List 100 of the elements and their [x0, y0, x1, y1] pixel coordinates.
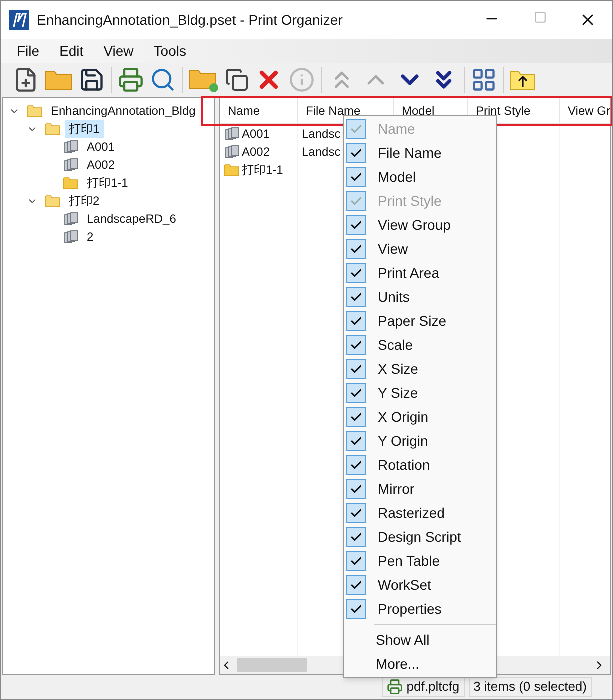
checkbox[interactable] — [346, 455, 366, 475]
check-icon — [350, 146, 362, 160]
checkbox[interactable] — [346, 167, 366, 187]
menu-item[interactable]: File — [9, 40, 48, 62]
copy-icon[interactable] — [225, 68, 249, 92]
printer-icon — [386, 679, 403, 695]
save-icon[interactable] — [79, 67, 105, 93]
check-icon — [350, 266, 362, 280]
table-cell-text: A001 — [242, 126, 270, 143]
menu-item[interactable]: View — [96, 40, 142, 62]
tree-item[interactable]: A002 — [83, 156, 120, 174]
menu-item[interactable]: Pen Table — [378, 550, 440, 572]
checkbox[interactable] — [346, 287, 366, 307]
check-icon — [350, 314, 362, 328]
checkbox[interactable] — [346, 215, 366, 235]
printer-icon[interactable] — [118, 67, 144, 93]
check-icon — [350, 170, 362, 184]
check-icon — [350, 218, 362, 232]
sheet-stack-icon — [63, 158, 79, 172]
tree-item[interactable]: 打印1 — [65, 120, 104, 138]
menu-item[interactable]: Print Area — [378, 262, 440, 284]
menu-item[interactable]: WorkSet — [378, 574, 432, 596]
check-icon — [350, 602, 362, 616]
checkbox[interactable] — [346, 263, 366, 283]
menu-item[interactable]: Y Size — [378, 382, 418, 404]
check-icon — [350, 578, 362, 592]
menu-item[interactable]: Units — [378, 286, 410, 308]
menu-item[interactable]: Model — [378, 166, 416, 188]
tree-item[interactable]: 2 — [83, 228, 98, 246]
check-icon — [350, 482, 362, 496]
checkbox[interactable] — [346, 311, 366, 331]
scrollbar-thumb[interactable] — [237, 658, 307, 672]
menu-item[interactable]: X Origin — [378, 406, 429, 428]
checkbox[interactable] — [346, 431, 366, 451]
columns-icon[interactable] — [471, 67, 497, 93]
menu-item[interactable]: Edit — [52, 40, 92, 62]
window-title: EnhancingAnnotation_Bldg.pset - Print Organizer — [37, 10, 343, 30]
sheet-stack-icon — [63, 212, 79, 226]
checkbox[interactable] — [346, 599, 366, 619]
tree-item[interactable]: EnhancingAnnotation_Bldg — [47, 102, 200, 120]
menu-item[interactable]: Rasterized — [378, 502, 445, 524]
menu-item[interactable]: Tools — [146, 40, 194, 62]
check-icon — [350, 338, 362, 352]
folder-icon — [224, 164, 240, 176]
menu-item[interactable]: Design Script — [378, 526, 462, 548]
sheet-stack-icon — [224, 127, 240, 141]
check-icon — [350, 242, 362, 256]
app-logo-icon — [9, 10, 29, 30]
table-cell-text: 打印1-1 — [242, 162, 284, 179]
check-icon — [350, 122, 362, 136]
tree-item[interactable]: A001 — [83, 138, 120, 156]
menu-item[interactable]: View — [378, 238, 408, 260]
tree-item[interactable]: 打印1-1 — [83, 174, 132, 192]
menu-item[interactable]: X Size — [378, 358, 418, 380]
search-icon[interactable] — [150, 67, 176, 93]
checkbox[interactable] — [346, 143, 366, 163]
check-icon — [350, 458, 362, 472]
menu-item[interactable]: More... — [376, 654, 420, 674]
sheet-stack-icon — [224, 145, 240, 159]
check-icon — [350, 530, 362, 544]
checkbox[interactable] — [346, 503, 366, 523]
check-icon — [350, 362, 362, 376]
check-icon — [350, 290, 362, 304]
checkbox[interactable] — [346, 359, 366, 379]
table-cell-text: A002 — [242, 144, 270, 161]
checkbox[interactable] — [346, 551, 366, 571]
tree-item[interactable]: LandscapeRD_6 — [83, 210, 180, 228]
printer-config: pdf.pltcfg — [406, 678, 460, 696]
sheet-stack-icon — [63, 230, 79, 244]
checkbox[interactable] — [346, 527, 366, 547]
menu-item[interactable]: Properties — [378, 598, 442, 620]
menu-item[interactable]: Mirror — [378, 478, 415, 500]
check-icon — [350, 554, 362, 568]
menu-item[interactable]: Show All — [376, 630, 430, 650]
check-icon — [350, 434, 362, 448]
folder-icon — [63, 176, 79, 190]
tree-item[interactable]: 打印2 — [65, 192, 104, 210]
menu-item[interactable]: Rotation — [378, 454, 430, 476]
menu-item[interactable]: View Group — [378, 214, 451, 236]
menu-item[interactable]: File Name — [378, 142, 442, 164]
checkbox[interactable] — [346, 239, 366, 259]
checkbox[interactable] — [346, 407, 366, 427]
column-header[interactable]: Name — [220, 98, 298, 123]
folder-icon — [45, 122, 61, 136]
check-icon — [350, 386, 362, 400]
check-icon — [350, 506, 362, 520]
checkbox[interactable] — [346, 335, 366, 355]
menu-item[interactable]: Y Origin — [378, 430, 428, 452]
table-cell-text: Landsc — [301, 126, 342, 143]
check-icon — [350, 410, 362, 424]
menu-item[interactable]: Paper Size — [378, 310, 446, 332]
checkbox[interactable] — [346, 575, 366, 595]
table-cell-text: Landsc — [301, 144, 342, 161]
checkbox[interactable] — [346, 383, 366, 403]
folder-icon — [27, 104, 43, 118]
menu-item[interactable]: Scale — [378, 334, 414, 356]
checkbox[interactable] — [346, 479, 366, 499]
column-header[interactable]: View Gr — [560, 98, 610, 123]
folder-icon — [45, 194, 61, 208]
sheet-stack-icon — [63, 140, 79, 154]
